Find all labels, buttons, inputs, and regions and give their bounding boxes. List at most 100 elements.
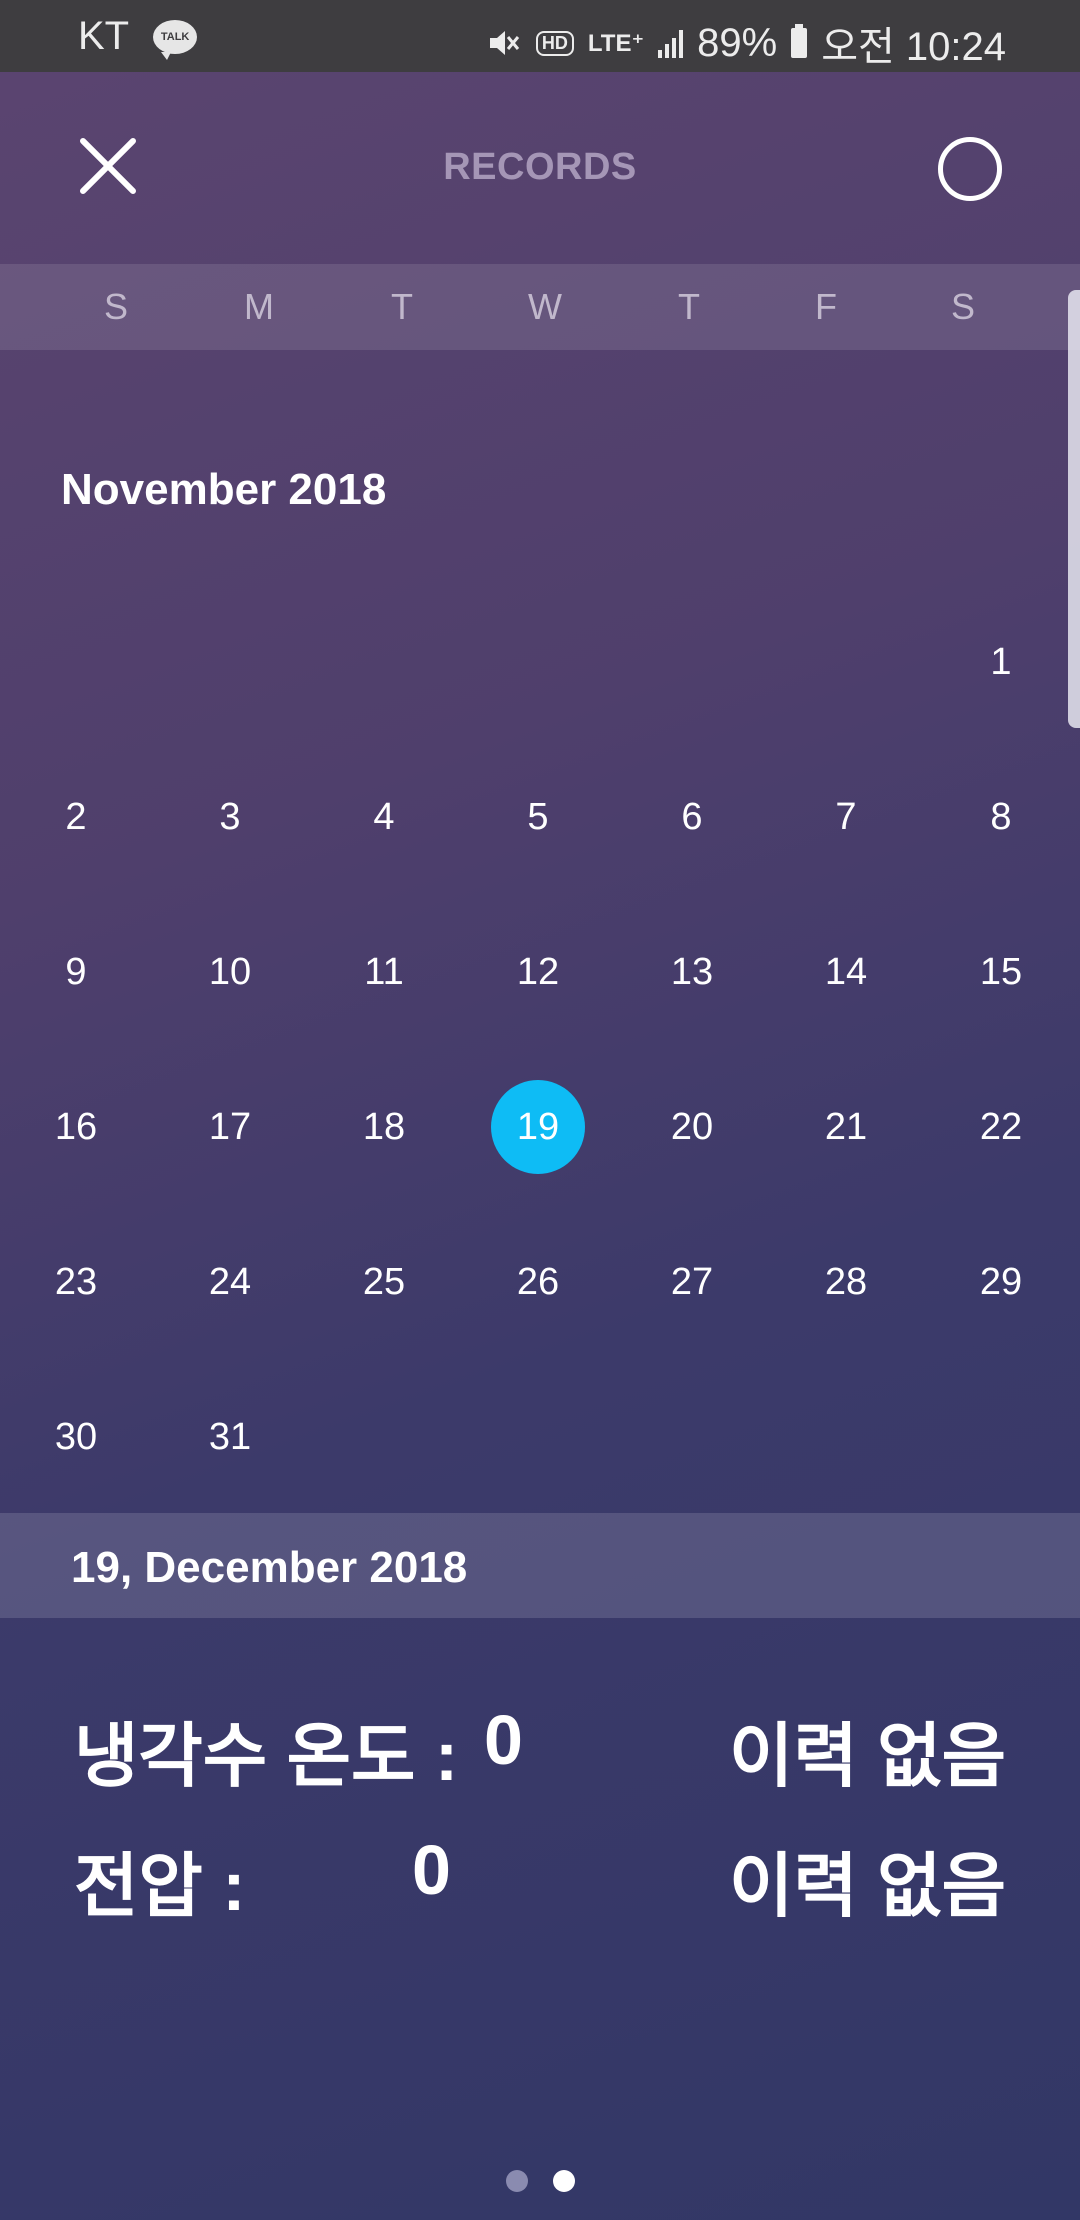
hd-voice-icon: HD <box>535 30 574 56</box>
calendar-day[interactable]: 18 <box>334 1077 434 1177</box>
calendar-day[interactable]: 8 <box>951 767 1051 867</box>
calendar-day-number: 3 <box>219 795 241 838</box>
calendar-day-number: 30 <box>54 1415 98 1458</box>
calendar-day-number: 20 <box>670 1105 714 1148</box>
calendar-day[interactable]: 25 <box>334 1232 434 1332</box>
record-status: 이력 없음 <box>728 1717 1006 1795</box>
calendar-day[interactable]: 12 <box>488 922 588 1022</box>
calendar-day-number: 11 <box>364 950 404 993</box>
calendar-day-number: 28 <box>824 1260 868 1303</box>
calendar-day-number: 2 <box>65 795 87 838</box>
calendar-day-number: 13 <box>670 950 714 993</box>
weekday-label: M <box>244 286 274 327</box>
calendar-day-selected[interactable]: 19 <box>488 1077 588 1177</box>
calendar-day-number: 15 <box>979 950 1023 993</box>
header: RECORDS <box>0 72 1080 264</box>
calendar-day[interactable]: 13 <box>642 922 742 1022</box>
calendar-day[interactable]: 29 <box>951 1232 1051 1332</box>
record-row-voltage: 전압 : 0 이력 없음 <box>0 1830 1080 1925</box>
calendar-day[interactable]: 7 <box>796 767 896 867</box>
calendar-day[interactable]: 4 <box>334 767 434 867</box>
weekday-label: S <box>103 286 128 327</box>
calendar-day-number: 14 <box>824 950 868 993</box>
calendar-day-number: 27 <box>670 1260 714 1303</box>
calendar-day[interactable]: 23 <box>26 1232 126 1332</box>
calendar-day[interactable]: 30 <box>26 1387 126 1487</box>
mute-icon <box>489 31 520 55</box>
record-row-coolant: 냉각수 온도 : 0 이력 없음 <box>0 1700 1080 1795</box>
calendar-day[interactable]: 26 <box>488 1232 588 1332</box>
page-dot-active[interactable] <box>552 2170 575 2192</box>
calendar-day[interactable]: 3 <box>180 767 280 867</box>
calendar-day[interactable]: 1 <box>951 612 1051 712</box>
calendar-day-number: 23 <box>54 1260 98 1303</box>
page-indicator <box>0 2170 1080 2192</box>
calendar-day[interactable]: 22 <box>951 1077 1051 1177</box>
record-label: 냉각수 온도 : <box>74 1717 459 1795</box>
record-label: 전압 : <box>74 1847 246 1925</box>
calendar-day-number: 5 <box>527 795 549 838</box>
calendar-day[interactable]: 28 <box>796 1232 896 1332</box>
kakaotalk-icon: TALK <box>153 19 198 60</box>
calendar-day[interactable]: 10 <box>180 922 280 1022</box>
weekday-label: T <box>391 286 413 327</box>
calendar-day-number: 8 <box>990 795 1012 838</box>
scrollbar-thumb[interactable] <box>1068 290 1080 728</box>
lte-icon: LTE⁺ <box>587 29 645 57</box>
calendar-day[interactable]: 27 <box>642 1232 742 1332</box>
calendar-day-number: 12 <box>516 950 560 993</box>
calendar-day[interactable]: 11 <box>334 922 434 1022</box>
calendar-day[interactable]: 15 <box>951 922 1051 1022</box>
calendar-day-number: 18 <box>362 1105 406 1148</box>
battery-icon <box>791 24 808 58</box>
weekday-label: W <box>528 286 562 327</box>
carrier-label: KT <box>78 14 130 58</box>
calendar-day-number: 29 <box>979 1260 1023 1303</box>
calendar-day-number: 6 <box>681 795 703 838</box>
calendar-day[interactable]: 2 <box>26 767 126 867</box>
calendar-day-number: 16 <box>54 1105 98 1148</box>
calendar-day-number: 21 <box>824 1105 868 1148</box>
calendar-day-number: 31 <box>208 1415 252 1458</box>
calendar-day-number: 25 <box>362 1260 406 1303</box>
selected-date-label: 19, December 2018 <box>71 1543 468 1592</box>
status-time: 오전 10:24 <box>821 25 1006 69</box>
calendar-day-number: 10 <box>208 950 252 993</box>
calendar-day-number: 1 <box>990 640 1012 683</box>
circle-icon[interactable] <box>938 137 1002 201</box>
weekday-header: S M T W T F S <box>0 264 1080 350</box>
weekday-label: F <box>815 286 837 327</box>
calendar-day-number: 7 <box>835 795 857 838</box>
calendar-day-number: 4 <box>373 795 395 838</box>
calendar-day[interactable]: 17 <box>180 1077 280 1177</box>
record-value: 0 <box>412 1831 451 1909</box>
calendar-day[interactable]: 21 <box>796 1077 896 1177</box>
calendar-day-number: 17 <box>208 1105 252 1148</box>
selected-date-band: 19, December 2018 <box>0 1513 1080 1618</box>
calendar-day[interactable]: 14 <box>796 922 896 1022</box>
records-screen: KT TALK HD LTE⁺ 89% 오전 10:24 RECORDS S M… <box>0 0 1080 2220</box>
signal-icon <box>658 28 684 58</box>
calendar-day-number: 26 <box>516 1260 560 1303</box>
calendar-day[interactable]: 6 <box>642 767 742 867</box>
weekday-label: S <box>950 286 975 327</box>
calendar-day-number: 24 <box>208 1260 252 1303</box>
month-title: November 2018 <box>61 465 387 514</box>
record-status: 이력 없음 <box>728 1847 1006 1925</box>
calendar-day-number: 22 <box>979 1105 1023 1148</box>
battery-percent: 89% <box>697 20 778 65</box>
status-bar: KT TALK HD LTE⁺ 89% 오전 10:24 <box>0 0 1080 72</box>
calendar-day[interactable]: 9 <box>26 922 126 1022</box>
calendar-day[interactable]: 5 <box>488 767 588 867</box>
calendar-day-number: 19 <box>516 1105 560 1148</box>
record-value: 0 <box>484 1701 523 1779</box>
page-dot[interactable] <box>505 2170 528 2192</box>
weekday-label: T <box>678 286 700 327</box>
calendar-day[interactable]: 16 <box>26 1077 126 1177</box>
calendar-day[interactable]: 24 <box>180 1232 280 1332</box>
calendar-day[interactable]: 31 <box>180 1387 280 1487</box>
calendar-day[interactable]: 20 <box>642 1077 742 1177</box>
calendar-day-number: 9 <box>65 950 87 993</box>
page-title: RECORDS <box>443 146 637 188</box>
status-right: HD LTE⁺ 89% 오전 10:24 <box>486 14 1006 72</box>
